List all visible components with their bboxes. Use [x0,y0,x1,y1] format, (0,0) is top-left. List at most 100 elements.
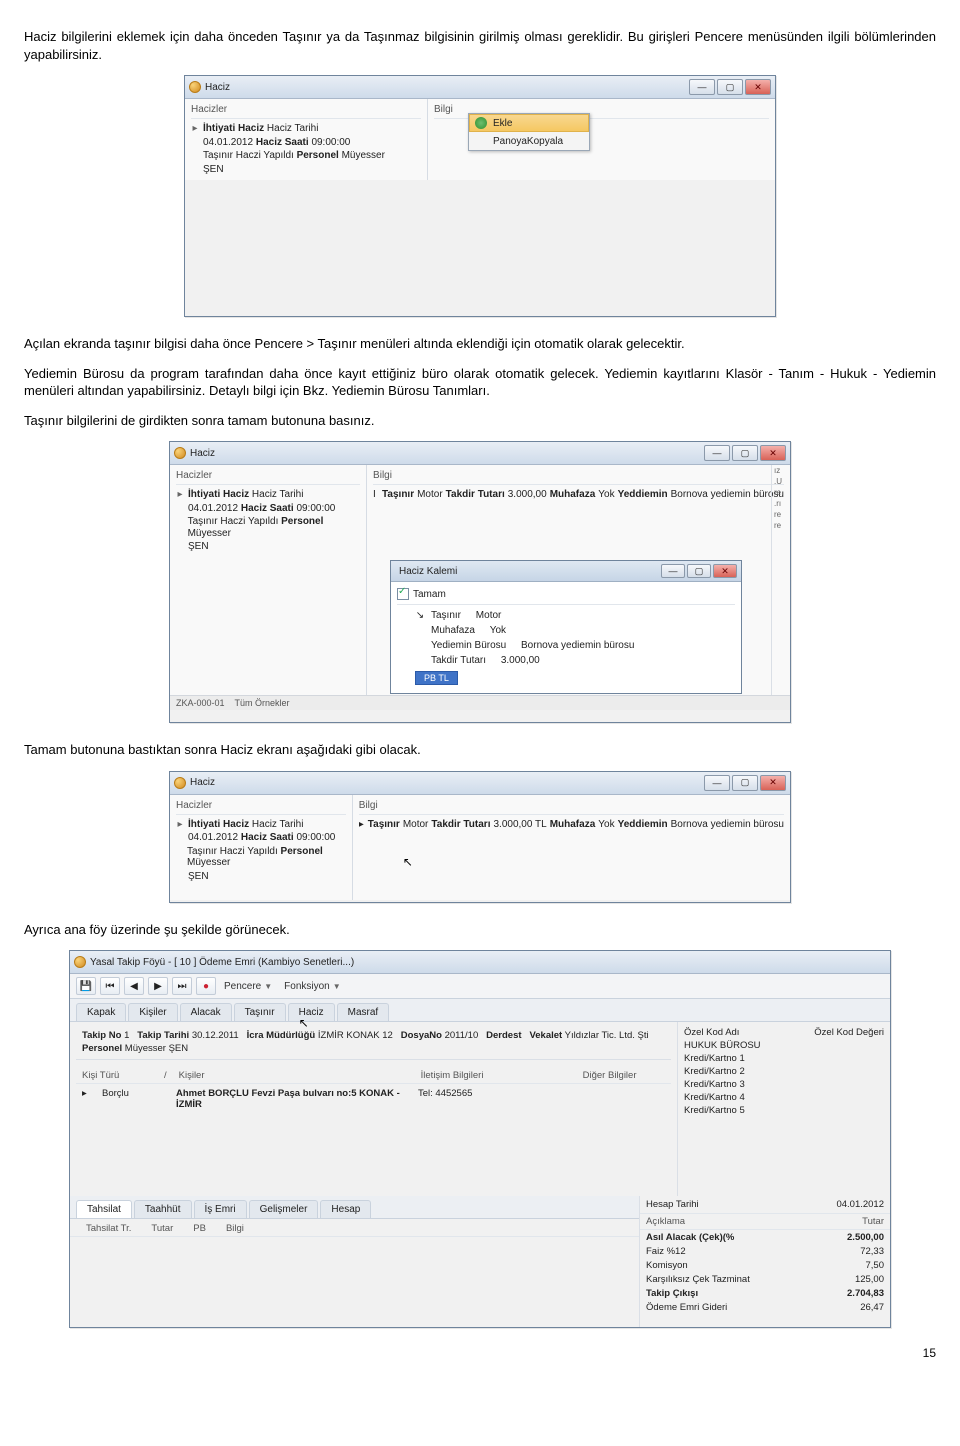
pb-chip[interactable]: PB TL [415,671,735,685]
app-icon [174,777,186,789]
context-menu: Ekle PanoyaKopyala [468,113,590,151]
tab-alacak[interactable]: Alacak [180,1003,232,1021]
grid-row[interactable]: ▸ Borçlu Ahmet BORÇLU Fevzi Paşa bulvarı… [76,1086,671,1112]
arrow-icon: ↘ [415,610,425,621]
paragraph: Taşınır bilgilerini de girdikten sonra t… [24,412,936,430]
nav-last-button[interactable]: ⏭ [172,977,192,995]
tab-tahsilat[interactable]: Tahsilat [76,1200,132,1218]
titlebar: Haciz — ▢ ✕ [185,76,775,99]
haciz-kalemi-dialog: Haciz Kalemi — ▢ ✕ Tamam ↘Taşınır Motor … [390,560,742,694]
field-row[interactable]: Muhafaza Yok [397,623,735,638]
maximize-button[interactable]: ▢ [687,564,711,578]
maximize-button[interactable]: ▢ [732,445,758,461]
info-bar: Takip No 1 Takip Tarihi 30.12.2011 İcra … [76,1026,671,1060]
minimize-button[interactable]: — [689,79,715,95]
delete-button[interactable]: ● [196,977,216,995]
tamam-row[interactable]: Tamam [397,586,735,605]
hesap-row: Faiz %1272,33 [640,1244,890,1258]
column-header: Bilgi [373,469,784,485]
tree-row: Taşınır Haczi Yapıldı Personel Müyesser [191,149,421,163]
field-row[interactable]: Yediemin Bürosu Bornova yediemin bürosu [397,638,735,653]
hacizler-panel: Hacizler ▸ İhtiyati Haciz Haciz Tarihi 0… [185,99,428,180]
dialog-titlebar: Haciz Kalemi — ▢ ✕ [391,561,741,582]
haciz-window: Haciz — ▢ ✕ Hacizler ▸ İhtiyati Haciz Ha… [184,75,776,317]
checkbox-icon[interactable] [397,588,409,600]
tree-row: 04.01.2012 Haciz Saati 09:00:00 [191,136,421,150]
app-icon [174,447,186,459]
pencere-menu[interactable]: Pencere▼ [220,981,276,992]
tree-row[interactable]: ▸ İhtiyati Haciz Haciz Tarihi [176,488,360,502]
cursor-icon: ↖ [403,855,413,869]
nav-prev-button[interactable]: ◀ [124,977,144,995]
tab-taahhut[interactable]: Taahhüt [134,1200,192,1218]
plus-icon [475,117,487,129]
window-title: Haciz [205,82,230,93]
tab-strip: Kapak Kişiler Alacak Taşınır Haciz ↖ Mas… [70,999,890,1022]
tab-isemri[interactable]: İş Emri [194,1200,247,1218]
app-icon [189,81,201,93]
save-button[interactable]: 💾 [76,977,96,995]
tree-row[interactable]: ▸ İhtiyati Haciz Haciz Tarihi [191,122,421,136]
maximize-button[interactable]: ▢ [732,775,758,791]
bilgi-row[interactable]: ▸ TaşınırMotor Takdir Tutarı3.000,00 TL … [359,818,784,831]
bilgi-panel: Bilgi ▸ TaşınırMotor Takdir Tutarı3.000,… [353,795,790,900]
hesap-row: Karşılıksız Çek Tazminat125,00 [640,1272,890,1286]
tab-kisiler[interactable]: Kişiler [128,1003,177,1021]
column-header: Hacizler [191,103,421,119]
tab-tasinir[interactable]: Taşınır [234,1003,286,1021]
titlebar: Yasal Takip Föyü - [ 10 ] Ödeme Emri (Ka… [70,951,890,974]
close-button[interactable]: ✕ [760,445,786,461]
window-title: Haciz [190,777,215,788]
chevron-down-icon: ▼ [264,982,272,991]
tree-row: ŞEN [191,163,421,177]
column-header: Hacizler [176,469,360,485]
close-button[interactable]: ✕ [760,775,786,791]
hesap-row: Asıl Alacak (Çek)(%2.500,00 [640,1230,890,1244]
tab-hesap[interactable]: Hesap [320,1200,371,1218]
expand-icon[interactable]: ▸ [176,489,184,501]
grid-header: Kişi Türü / Kişiler İletişim Bilgileri D… [76,1070,671,1084]
hesap-panel: Hesap Tarihi04.01.2012 AçıklamaTutar Ası… [639,1196,890,1327]
haciz-window: Haciz — ▢ ✕ Hacizler ▸İhtiyati Haciz Hac… [169,771,791,903]
menu-add[interactable]: Ekle [469,114,589,132]
chevron-down-icon: ▼ [333,982,341,991]
paragraph: Tamam butonuna bastıktan sonra Haciz ekr… [24,741,936,759]
maximize-button[interactable]: ▢ [717,79,743,95]
tab-gelismeler[interactable]: Gelişmeler [249,1200,319,1218]
minimize-button[interactable]: — [704,445,730,461]
dialog-title: Haciz Kalemi [399,566,457,577]
field-row[interactable]: Takdir Tutarı 3.000,00 [397,653,735,668]
tab-haciz[interactable]: Haciz ↖ [288,1003,335,1021]
expand-icon[interactable]: ▸ [191,123,199,135]
status-bar: ZKA-000-01Tüm Örnekler [170,695,790,710]
bilgi-row[interactable]: I TaşınırMotor Takdir Tutarı3.000,00 Muh… [373,488,784,501]
close-button[interactable]: ✕ [745,79,771,95]
grid-header: Tahsilat Tr. Tutar PB Bilgi [70,1219,639,1237]
tab-kapak[interactable]: Kapak [76,1003,126,1021]
paragraph: Haciz bilgilerini eklemek için daha önce… [24,28,936,63]
bilgi-panel: Bilgi Ekle PanoyaKopyala [428,99,775,180]
window-title: Yasal Takip Föyü - [ 10 ] Ödeme Emri (Ka… [90,957,354,968]
side-truncated: ız.Ure.rırere [771,465,790,695]
nav-next-button[interactable]: ▶ [148,977,168,995]
side-column: Özel Kod AdıÖzel Kod Değeri HUKUK BÜROSU… [677,1022,890,1196]
paragraph: Yediemin Bürosu da program tarafından da… [24,365,936,400]
minimize-button[interactable]: — [661,564,685,578]
fonksiyon-menu[interactable]: Fonksiyon▼ [280,981,345,992]
foy-window: Yasal Takip Föyü - [ 10 ] Ödeme Emri (Ka… [69,950,891,1328]
tamam-label: Tamam [413,589,446,600]
field-row[interactable]: ↘Taşınır Motor [397,608,735,623]
toolbar: 💾 ⏮ ◀ ▶ ⏭ ● Pencere▼ Fonksiyon▼ [70,974,890,999]
paragraph: Ayrıca ana föy üzerinde şu şekilde görün… [24,921,936,939]
minimize-button[interactable]: — [704,775,730,791]
menu-label: PanoyaKopyala [493,136,563,147]
tree-row[interactable]: ▸İhtiyati Haciz Haciz Tarihi [176,818,346,832]
close-button[interactable]: ✕ [713,564,737,578]
nav-first-button[interactable]: ⏮ [100,977,120,995]
tab-masraf[interactable]: Masraf [337,1003,390,1021]
menu-copy[interactable]: PanoyaKopyala [469,132,589,150]
titlebar: Haciz — ▢ ✕ [170,772,790,795]
page-number: 15 [24,1346,936,1360]
hesap-row: Ödeme Emri Gideri26,47 [640,1300,890,1314]
titlebar: Haciz — ▢ ✕ [170,442,790,465]
